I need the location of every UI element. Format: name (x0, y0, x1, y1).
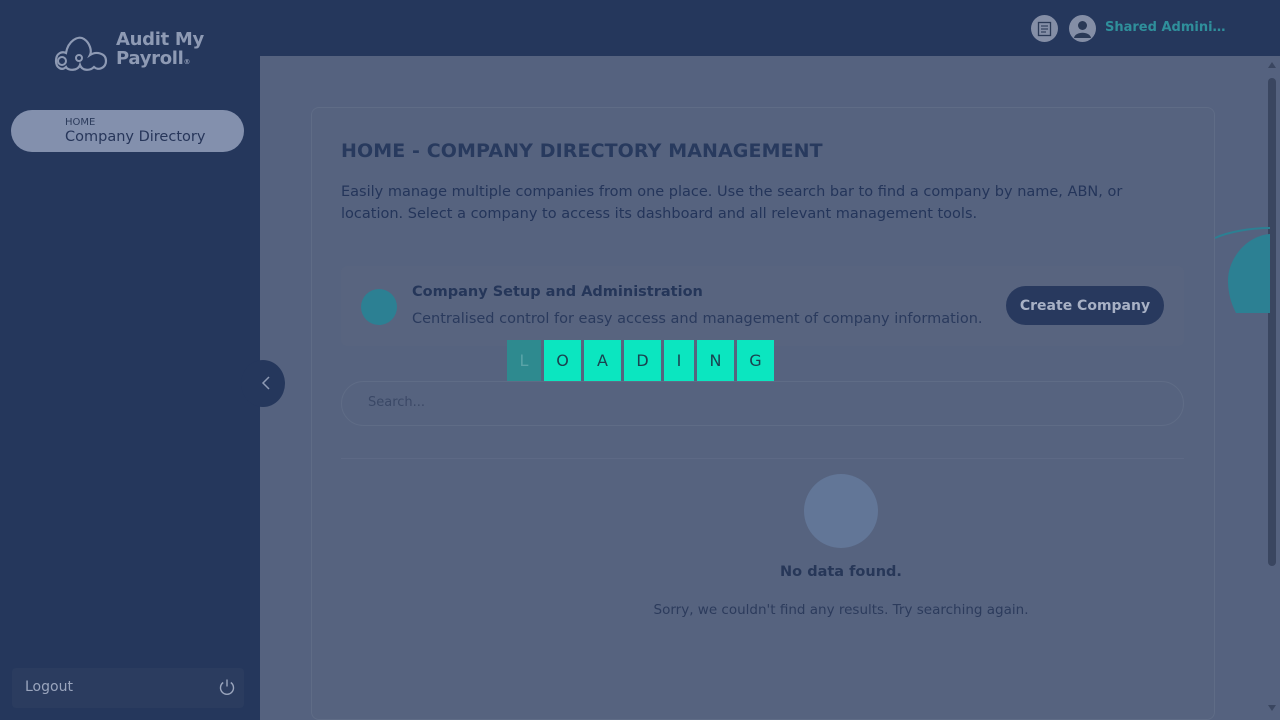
scroll-up-arrow[interactable] (1268, 62, 1276, 68)
sidebar-item-label: Company Directory (65, 129, 206, 145)
empty-state-illustration (804, 474, 878, 548)
scroll-down-arrow[interactable] (1268, 705, 1276, 711)
create-company-button[interactable]: Create Company (1006, 286, 1164, 325)
setup-title: Company Setup and Administration (412, 284, 703, 300)
decorative-arc (1214, 227, 1270, 313)
brand-logo[interactable]: Audit My Payroll® (52, 30, 204, 72)
power-icon (218, 678, 236, 700)
page-title: HOME - COMPANY DIRECTORY MANAGEMENT (341, 140, 823, 162)
loading-letter: A (584, 340, 621, 381)
topbar: Shared Administr... (260, 0, 1280, 56)
empty-state-title: No data found. (780, 564, 902, 580)
loading-letter: O (544, 340, 581, 381)
brand-name: Audit My Payroll® (116, 30, 204, 72)
sidebar: Audit My Payroll® HOME Company Directory… (0, 0, 260, 720)
sidebar-collapse-button[interactable] (241, 360, 285, 407)
search-bar (341, 381, 1184, 426)
loading-indicator: L O A D I N G (507, 340, 774, 381)
logout-label: Logout (25, 679, 73, 695)
search-input[interactable] (368, 395, 1148, 410)
sidebar-item-caption: HOME (65, 117, 96, 128)
brand-line2: Payroll (116, 48, 184, 69)
logout-button[interactable]: Logout (12, 668, 244, 708)
logo-icon (54, 36, 108, 71)
scrollbar-thumb[interactable] (1268, 78, 1276, 566)
loading-letter: G (737, 340, 774, 381)
sidebar-item-company-directory[interactable]: HOME Company Directory (11, 110, 244, 152)
setup-description: Centralised control for easy access and … (412, 311, 983, 327)
user-name[interactable]: Shared Administr... (1105, 20, 1231, 35)
user-icon[interactable] (1069, 15, 1096, 42)
setup-icon (361, 289, 397, 325)
document-icon[interactable] (1031, 15, 1058, 42)
empty-state-subtitle: Sorry, we couldn't find any results. Try… (653, 602, 1029, 618)
divider (341, 458, 1184, 459)
loading-letter: N (697, 340, 734, 381)
loading-letter: L (507, 340, 541, 381)
page-description: Easily manage multiple companies from on… (341, 184, 1123, 222)
loading-letter: I (664, 340, 694, 381)
loading-letter: D (624, 340, 661, 381)
brand-line1: Audit My (116, 29, 204, 50)
brand-reg: ® (183, 58, 191, 66)
chevron-left-icon (261, 376, 270, 390)
